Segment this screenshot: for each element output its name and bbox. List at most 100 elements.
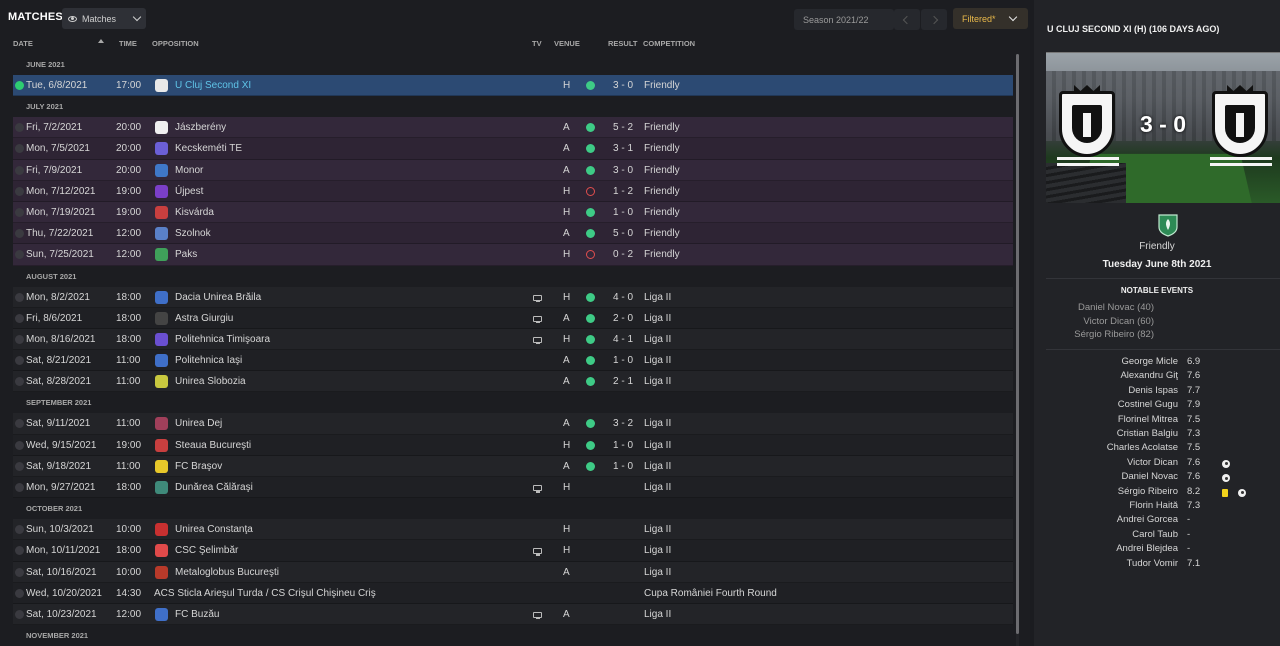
next-season-button[interactable] (921, 9, 947, 30)
detail-competition[interactable]: Friendly (1034, 241, 1280, 252)
match-row[interactable]: Mon, 7/12/2021 19:00 Újpest H 1 - 2 Friendly (13, 180, 1013, 202)
row-check-icon[interactable] (15, 292, 24, 302)
opposition-link[interactable]: Paks (175, 244, 197, 265)
match-result[interactable]: 2 - 0 (613, 308, 633, 329)
row-check-icon[interactable] (15, 229, 24, 239)
match-competition[interactable]: Liga II (644, 329, 671, 350)
match-row[interactable]: Fri, 8/6/2021 18:00 Astra Giurgiu A 2 - 0 Lig… (13, 307, 1013, 329)
match-row[interactable]: Sat, 8/21/2021 11:00 Politehnica Iaşi A 1 - … (13, 350, 1013, 372)
match-competition[interactable]: Liga II (644, 540, 671, 561)
match-row[interactable]: Mon, 9/27/2021 18:00 Dunărea Călăraşi H Liga… (13, 477, 1013, 499)
row-check-icon[interactable] (15, 144, 24, 154)
match-row[interactable]: Mon, 7/19/2021 19:00 Kisvárda H 1 - 0 Friendl… (13, 201, 1013, 224)
player-name[interactable]: Victor Dican (1034, 457, 1178, 468)
match-row[interactable]: Fri, 7/9/2021 20:00 Monor A 3 - 0 Friendly (13, 159, 1013, 181)
match-row[interactable]: Mon, 8/16/2021 18:00 Politehnica Timişoara… (13, 328, 1013, 351)
match-row[interactable]: Wed, 9/15/2021 19:00 Steaua Bucureşti H 1 - … (13, 434, 1013, 456)
match-row[interactable]: Sat, 9/18/2021 11:00 FC Braşov A 1 - 0 Liga I… (13, 455, 1013, 477)
match-competition[interactable]: Liga II (644, 371, 671, 392)
column-date[interactable]: DATE (13, 39, 33, 48)
match-result[interactable]: 3 - 0 (613, 75, 633, 96)
opposition-link[interactable]: Unirea Dej (175, 413, 222, 434)
match-competition[interactable]: Friendly (644, 202, 680, 223)
match-competition[interactable]: Friendly (644, 223, 680, 244)
match-competition[interactable]: Liga II (644, 456, 671, 477)
player-name[interactable]: Charles Acolatse (1034, 442, 1178, 453)
match-row[interactable]: Mon, 10/11/2021 18:00 CSC Şelimbăr H Liga II (13, 540, 1013, 562)
match-competition[interactable]: Liga II (644, 413, 671, 434)
opposition-link[interactable]: Politehnica Iaşi (175, 350, 242, 371)
row-check-icon[interactable] (15, 609, 24, 619)
player-name[interactable]: Florinel Mitrea (1034, 414, 1178, 425)
player-name[interactable]: Alexandru Giţ (1034, 370, 1178, 381)
row-check-icon[interactable] (15, 546, 24, 556)
opposition-link[interactable]: Steaua Bucureşti (175, 435, 251, 456)
column-tv[interactable]: TV (532, 39, 542, 48)
home-team-crest-icon[interactable] (1059, 91, 1115, 157)
match-competition[interactable]: Liga II (644, 287, 671, 308)
match-competition[interactable]: Liga II (644, 350, 671, 371)
match-competition[interactable]: Friendly (644, 138, 680, 159)
match-row[interactable]: Sun, 7/25/2021 12:00 Paks H 0 - 2 Friendly (13, 244, 1013, 266)
opposition-link[interactable]: Kecskeméti TE (175, 138, 242, 159)
match-row[interactable]: Wed, 10/20/2021 14:30 ACS Sticla Arieşul T… (13, 582, 1013, 604)
row-check-icon[interactable] (15, 419, 24, 429)
player-name[interactable]: Daniel Novac (1034, 471, 1179, 482)
filter-dropdown[interactable]: Filtered* (953, 8, 1028, 29)
match-row[interactable]: Sun, 10/3/2021 10:00 Unirea Constanţa H Liga… (13, 519, 1013, 541)
match-result[interactable]: 1 - 0 (613, 350, 633, 371)
match-row[interactable]: Fri, 7/2/2021 20:00 Jászberény A 5 - 2 Friend… (13, 117, 1013, 139)
match-competition[interactable]: Liga II (644, 308, 671, 329)
opposition-link[interactable]: Metaloglobus Bucureşti (175, 562, 279, 583)
match-result[interactable]: 3 - 1 (613, 138, 633, 159)
match-result[interactable]: 3 - 2 (613, 413, 633, 434)
column-opposition[interactable]: OPPOSITION (152, 39, 199, 48)
match-result[interactable]: 4 - 1 (613, 329, 633, 350)
row-check-icon[interactable] (15, 483, 24, 492)
match-competition[interactable]: Liga II (644, 477, 671, 498)
opposition-link[interactable]: U Cluj Second XI (175, 75, 251, 96)
match-row[interactable]: Mon, 8/2/2021 18:00 Dacia Unirea Brăila H 4 … (13, 286, 1013, 308)
row-check-icon[interactable] (15, 81, 24, 90)
opposition-link[interactable]: Dacia Unirea Brăila (175, 287, 261, 308)
match-result[interactable]: 1 - 2 (613, 181, 633, 202)
player-name[interactable]: Andrei Blejdea (1034, 543, 1178, 554)
match-row[interactable]: Sat, 10/16/2021 10:00 Metaloglobus Bucureş… (13, 561, 1013, 583)
row-check-icon[interactable] (15, 440, 24, 450)
match-result[interactable]: 1 - 0 (613, 435, 633, 456)
match-result[interactable]: 1 - 0 (613, 456, 633, 477)
match-row[interactable]: Sat, 10/23/2021 12:00 FC Buzău A Liga II (13, 603, 1013, 626)
view-dropdown[interactable]: Matches (62, 8, 146, 29)
match-competition[interactable]: Liga II (644, 604, 671, 625)
player-name[interactable]: Carol Taub (1034, 529, 1178, 540)
match-result[interactable]: 4 - 0 (613, 287, 633, 308)
row-check-icon[interactable] (15, 313, 24, 323)
match-competition[interactable]: Friendly (644, 160, 680, 181)
opposition-link[interactable]: Unirea Slobozia (175, 371, 246, 392)
row-check-icon[interactable] (15, 567, 24, 577)
column-result[interactable]: RESULT (608, 39, 637, 48)
opposition-link[interactable]: Unirea Constanţa (175, 519, 253, 540)
match-competition[interactable]: Liga II (644, 435, 671, 456)
match-row[interactable]: Sat, 8/28/2021 11:00 Unirea Slobozia A 2 - 1… (13, 371, 1013, 393)
player-name[interactable]: Cristian Balgiu (1034, 428, 1178, 439)
match-competition[interactable]: Friendly (644, 75, 680, 96)
opposition-link[interactable]: Politehnica Timişoara (175, 329, 270, 350)
player-name[interactable]: Denis Ispas (1034, 385, 1178, 396)
opposition-link[interactable]: Újpest (175, 181, 203, 202)
player-name[interactable]: George Micle (1034, 356, 1179, 367)
match-competition[interactable]: Cupa României Fourth Round (644, 583, 777, 604)
opposition-link[interactable]: Szolnok (175, 223, 211, 244)
opposition-link[interactable]: FC Braşov (175, 456, 222, 477)
match-competition[interactable]: Friendly (644, 244, 680, 265)
column-competition[interactable]: COMPETITION (643, 39, 695, 48)
previous-season-button[interactable] (894, 9, 920, 30)
opposition-link[interactable]: FC Buzău (175, 604, 219, 625)
match-row[interactable]: Thu, 7/22/2021 12:00 Szolnok A 5 - 0 Friendly (13, 223, 1013, 245)
row-check-icon[interactable] (15, 525, 24, 535)
match-competition[interactable]: Liga II (644, 519, 671, 540)
opposition-link[interactable]: ACS Sticla Arieşul Turda / CS Crişul Chi… (154, 583, 376, 604)
friendly-competition-icon[interactable] (1156, 213, 1180, 237)
match-row[interactable]: Mon, 7/5/2021 20:00 Kecskeméti TE A 3 - 1 Fri… (13, 138, 1013, 160)
row-check-icon[interactable] (15, 588, 24, 598)
